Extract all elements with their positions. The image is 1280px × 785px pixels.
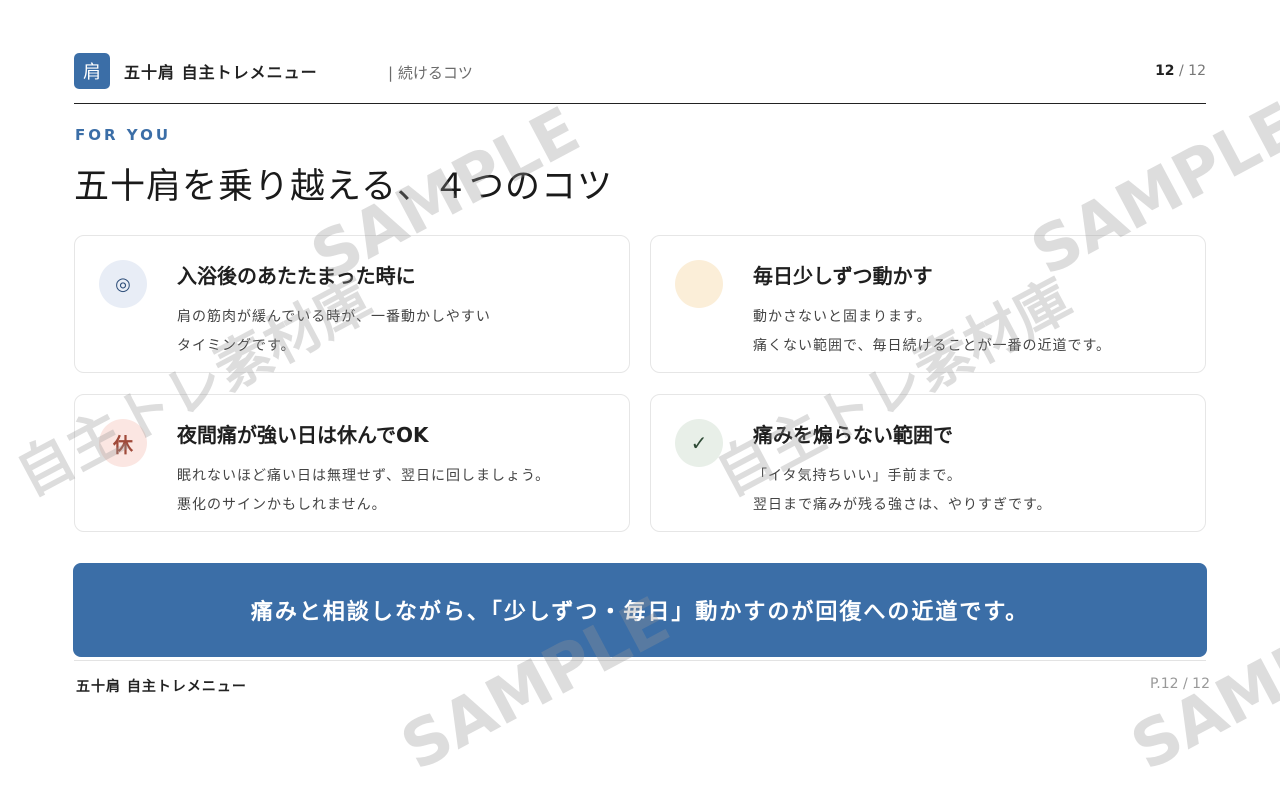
rest-icon: 休: [99, 419, 147, 467]
header-divider: [74, 103, 1206, 104]
tip-card-text: 肩の筋肉が緩んでいる時が、一番動かしやすい: [177, 309, 491, 325]
page-total: 12: [1188, 63, 1206, 79]
tip-card-text: 翌日まで痛みが残る強さは、やりすぎです。: [753, 497, 1052, 513]
page-current: 12: [1155, 63, 1175, 79]
page-separator: /: [1174, 63, 1189, 79]
tip-card-text: 眠れないほど痛い日は無理せず、翌日に回しましょう。: [177, 468, 551, 484]
section-label: | 続けるコツ: [388, 64, 473, 82]
check-icon: ✓: [675, 419, 723, 467]
page-counter: 12 / 12: [1155, 63, 1206, 79]
tip-card-title: 毎日少しずつ動かす: [753, 264, 933, 288]
tip-card-text: タイミングです。: [177, 338, 296, 354]
tip-card-title: 入浴後のあたたまった時に: [177, 264, 416, 288]
tip-card-text: 痛くない範囲で、毎日続けることが一番の近道です。: [753, 338, 1112, 354]
shoulder-logo-icon: 肩: [74, 53, 110, 89]
sun-circle-icon: [675, 260, 723, 308]
tip-card: ◎ 入浴後のあたたまった時に 肩の筋肉が緩んでいる時が、一番動かしやすい タイミ…: [74, 235, 630, 373]
tip-card-text: 悪化のサインかもしれません。: [177, 497, 387, 513]
tip-card: 毎日少しずつ動かす 動かさないと固まります。 痛くない範囲で、毎日続けることが一…: [650, 235, 1206, 373]
eyebrow-label: FOR YOU: [75, 126, 172, 144]
footer-page-number: P.12 / 12: [1150, 676, 1210, 692]
summary-banner: 痛みと相談しながら、「少しずつ・毎日」動かすのが回復への近道です。: [73, 563, 1207, 657]
header-bar: 肩 五十肩 自主トレメニュー | 続けるコツ 12 / 12: [74, 52, 1206, 90]
tip-card-title: 夜間痛が強い日は休んでOK: [177, 423, 429, 447]
target-icon: ◎: [99, 260, 147, 308]
tip-card-title: 痛みを煽らない範囲で: [753, 423, 953, 447]
tip-card-text: 動かさないと固まります。: [753, 309, 932, 325]
tip-card-text: 「イタ気持ちいい」手前まで。: [753, 468, 962, 484]
tip-card: ✓ 痛みを煽らない範囲で 「イタ気持ちいい」手前まで。 翌日まで痛みが残る強さは…: [650, 394, 1206, 532]
footer-divider: [74, 660, 1206, 661]
app-title: 五十肩 自主トレメニュー: [124, 63, 318, 82]
footer-title: 五十肩 自主トレメニュー: [76, 679, 247, 695]
tip-card: 休 夜間痛が強い日は休んでOK 眠れないほど痛い日は無理せず、翌日に回しましょう…: [74, 394, 630, 532]
page-title: 五十肩を乗り越える、４つのコツ: [74, 167, 613, 207]
